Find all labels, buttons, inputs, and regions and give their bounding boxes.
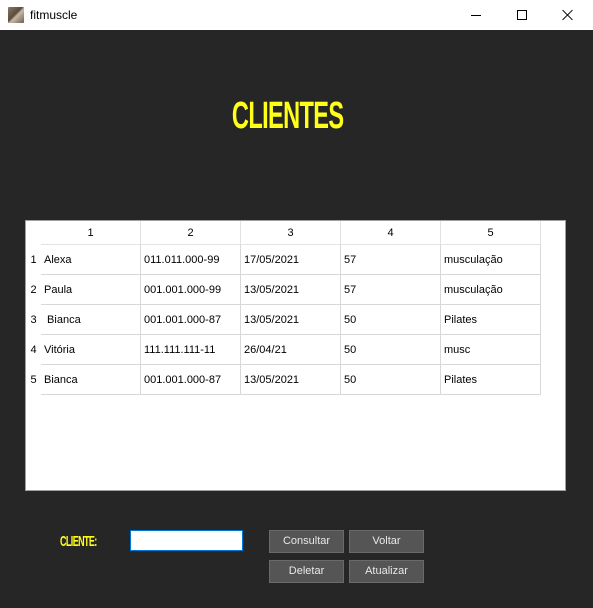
table-cell[interactable]: 13/05/2021 [241,305,341,335]
close-icon [562,9,574,21]
table-cell[interactable]: Pilates [441,305,541,335]
deletar-button[interactable]: Deletar [269,560,344,583]
app-window: fitmuscle CLIENTES 1 2 3 4 5 1 Alexa 011.011.00… [0,0,593,608]
table-cell[interactable]: 17/05/2021 [241,245,341,275]
table-cell[interactable]: musc [441,335,541,365]
table-cell[interactable]: Alexa [41,245,141,275]
title-bar[interactable]: fitmuscle [0,0,593,30]
window-title: fitmuscle [30,8,78,22]
table-cell[interactable]: Paula [41,275,141,305]
table-cell[interactable]: 111.111.111-11 [141,335,241,365]
table-cell[interactable]: 26/04/21 [241,335,341,365]
column-header[interactable]: 2 [141,221,241,245]
row-header[interactable]: 3 [26,305,41,335]
table-cell[interactable]: 001.001.000-87 [141,365,241,395]
row-header[interactable]: 1 [26,245,41,275]
table-cell[interactable]: 50 [341,305,441,335]
table-cell[interactable]: 57 [341,275,441,305]
table-cell[interactable]: 57 [341,245,441,275]
atualizar-button[interactable]: Atualizar [349,560,424,583]
column-header[interactable]: 5 [441,221,541,245]
maximize-button[interactable] [499,0,545,30]
table-cell[interactable]: Pilates [441,365,541,395]
clients-table[interactable]: 1 2 3 4 5 1 Alexa 011.011.000-99 17/05/2021 57 mus… [25,220,566,491]
table-cell[interactable]: 011.011.000-99 [141,245,241,275]
cliente-input[interactable] [130,530,243,551]
column-header[interactable]: 1 [41,221,141,245]
table-cell[interactable]: 13/05/2021 [241,275,341,305]
row-header[interactable]: 2 [26,275,41,305]
table-cell[interactable]: musculação [441,275,541,305]
consultar-button[interactable]: Consultar [269,530,344,553]
minimize-icon [471,14,481,16]
close-button[interactable] [545,0,591,30]
cliente-label: CLIENTE: [60,533,97,550]
table-cell[interactable]: Bianca [41,365,141,395]
table-cell[interactable]: 50 [341,365,441,395]
table-cell[interactable]: musculação [441,245,541,275]
app-icon [8,7,24,23]
minimize-button[interactable] [453,0,499,30]
voltar-button[interactable]: Voltar [349,530,424,553]
table-cell[interactable]: Bianca [41,305,141,335]
row-header[interactable]: 5 [26,365,41,395]
table-cell[interactable]: 001.001.000-99 [141,275,241,305]
row-header[interactable]: 4 [26,335,41,365]
maximize-icon [517,10,527,20]
table-cell[interactable]: Vitória [41,335,141,365]
column-header[interactable]: 4 [341,221,441,245]
table-cell[interactable]: 50 [341,335,441,365]
column-header[interactable]: 3 [241,221,341,245]
page-title: CLIENTES [231,95,344,137]
table-cell[interactable]: 13/05/2021 [241,365,341,395]
table-cell[interactable]: 001.001.000-87 [141,305,241,335]
